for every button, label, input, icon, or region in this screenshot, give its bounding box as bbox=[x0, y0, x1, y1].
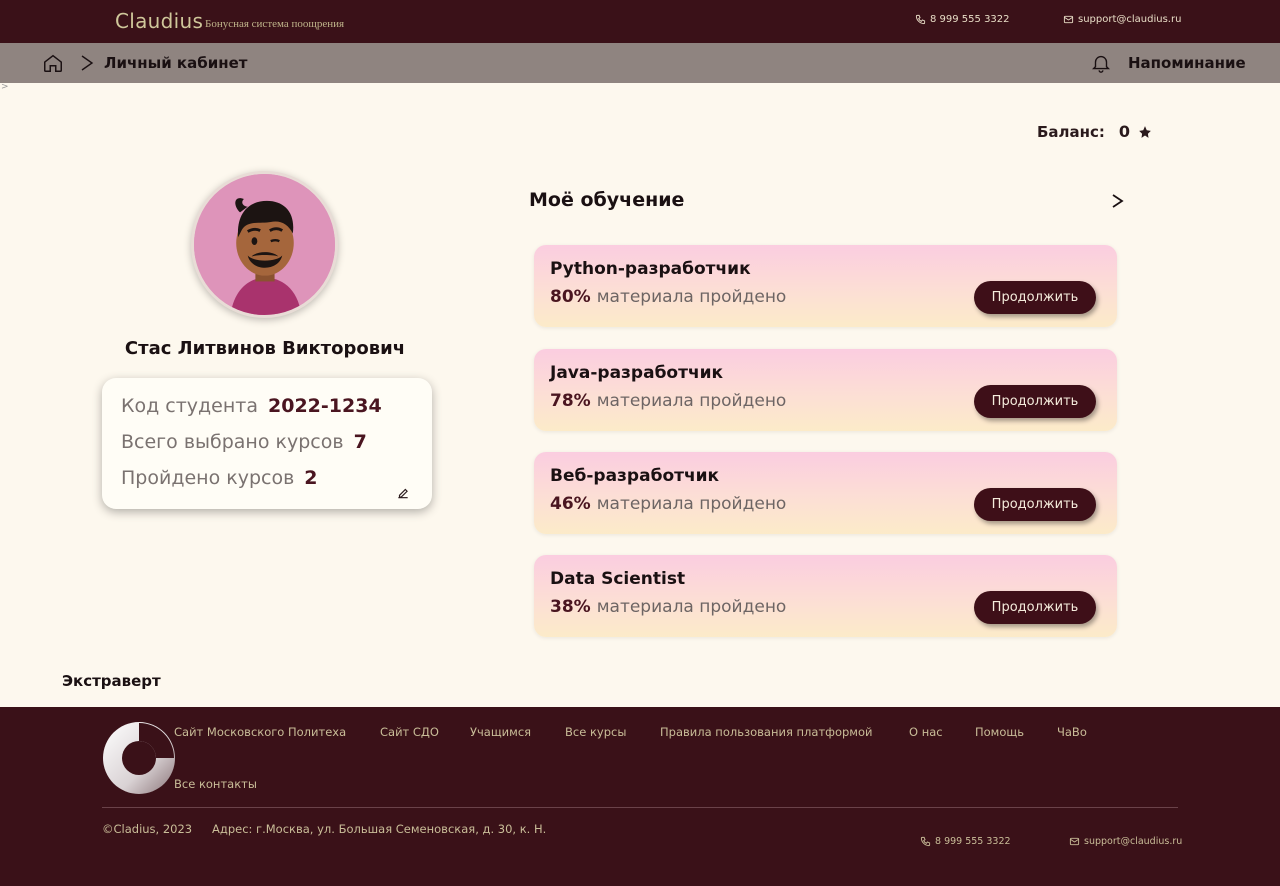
phone-icon bbox=[920, 836, 931, 847]
home-icon[interactable] bbox=[42, 52, 64, 74]
student-code-value: 2022-1234 bbox=[268, 395, 382, 417]
footer-link[interactable]: Правила пользования платформой bbox=[660, 725, 873, 739]
star-icon bbox=[1139, 125, 1151, 138]
continue-button[interactable]: Продолжить bbox=[974, 488, 1096, 521]
footer-link[interactable]: Помощь bbox=[975, 725, 1024, 739]
chevron-right-icon bbox=[81, 55, 94, 71]
course-progress-text: материала пройдено bbox=[596, 597, 787, 617]
completed-courses-row: Пройдено курсов 2 bbox=[121, 467, 318, 489]
course-card: Веб-разработчик 46% материала пройдено П… bbox=[534, 452, 1117, 534]
course-progress-text: материала пройдено bbox=[596, 391, 787, 411]
course-name: Java-разработчик bbox=[550, 363, 724, 383]
course-percent: 78% bbox=[550, 391, 591, 411]
balance-value: 0 bbox=[1118, 122, 1131, 141]
student-info-card: Код студента 2022-1234 Всего выбрано кур… bbox=[102, 378, 432, 509]
footer-email[interactable]: support@claudius.ru bbox=[1069, 836, 1182, 847]
edit-icon[interactable] bbox=[396, 486, 410, 500]
header-email-text: support@claudius.ru bbox=[1078, 14, 1182, 25]
footer-link[interactable]: Все контакты bbox=[174, 777, 257, 791]
completed-courses-label: Пройдено курсов bbox=[121, 467, 295, 489]
course-progress: 80% материала пройдено bbox=[550, 287, 786, 307]
course-progress: 78% материала пройдено bbox=[550, 391, 786, 411]
footer-link[interactable]: Учащимся bbox=[470, 725, 531, 739]
mail-icon bbox=[1069, 837, 1080, 846]
course-percent: 46% bbox=[550, 494, 591, 514]
student-name: Стас Литвинов Викторович bbox=[124, 338, 406, 359]
course-card: Data Scientist 38% материала пройдено Пр… bbox=[534, 555, 1117, 637]
brand-logo[interactable]: Claudius bbox=[115, 9, 203, 33]
phone-icon bbox=[915, 14, 926, 25]
breadcrumb: Личный кабинет Напоминание bbox=[0, 43, 1280, 83]
avatar-illustration bbox=[194, 174, 335, 315]
course-progress: 46% материала пройдено bbox=[550, 494, 786, 514]
course-card: Java-разработчик 78% материала пройдено … bbox=[534, 349, 1117, 431]
course-name: Python-разработчик bbox=[550, 259, 751, 279]
footer-link[interactable]: Сайт Московского Политеха bbox=[174, 725, 346, 739]
continue-button[interactable]: Продолжить bbox=[974, 591, 1096, 624]
footer-phone[interactable]: 8 999 555 3322 bbox=[920, 836, 1011, 847]
course-card: Python-разработчик 80% материала пройден… bbox=[534, 245, 1117, 327]
balance: Баланс: 0 bbox=[1037, 122, 1152, 141]
footer-phone-text: 8 999 555 3322 bbox=[935, 836, 1011, 847]
logo-ring-icon[interactable] bbox=[102, 721, 176, 795]
copyright: ©Cladius, 2023 bbox=[102, 822, 193, 836]
footer-link[interactable]: Сайт СДО bbox=[380, 725, 439, 739]
breadcrumb-current[interactable]: Личный кабинет bbox=[104, 54, 247, 72]
address: Адрес: г.Москва, ул. Большая Семеновская… bbox=[212, 822, 547, 836]
footer-link[interactable]: ЧаВо bbox=[1057, 725, 1087, 739]
student-code-label: Код студента bbox=[121, 395, 259, 417]
total-courses-label: Всего выбрано курсов bbox=[121, 431, 344, 453]
brand-subtitle: Бонусная система поощрения bbox=[205, 18, 345, 30]
course-percent: 38% bbox=[550, 597, 591, 617]
top-header: Claudius Бонусная система поощрения 8 99… bbox=[0, 0, 1280, 43]
total-courses-value: 7 bbox=[353, 431, 367, 453]
total-courses-row: Всего выбрано курсов 7 bbox=[121, 431, 367, 453]
header-phone-text: 8 999 555 3322 bbox=[930, 14, 1010, 25]
course-percent: 80% bbox=[550, 287, 591, 307]
footer-link[interactable]: Все курсы bbox=[565, 725, 626, 739]
course-progress-text: материала пройдено bbox=[596, 494, 787, 514]
mail-icon bbox=[1063, 15, 1074, 24]
course-progress-text: материала пройдено bbox=[596, 287, 787, 307]
footer-link[interactable]: О нас bbox=[909, 725, 943, 739]
student-code-row: Код студента 2022-1234 bbox=[121, 395, 382, 417]
personality-type: Экстраверт bbox=[62, 672, 161, 690]
stray-char: > bbox=[1, 82, 9, 92]
course-progress: 38% материала пройдено bbox=[550, 597, 786, 617]
course-name: Веб-разработчик bbox=[550, 466, 720, 486]
chevron-right-icon[interactable] bbox=[1108, 190, 1126, 212]
bell-icon[interactable] bbox=[1090, 52, 1112, 74]
footer-divider bbox=[102, 807, 1178, 808]
header-phone[interactable]: 8 999 555 3322 bbox=[915, 14, 1010, 25]
completed-courses-value: 2 bbox=[304, 467, 318, 489]
header-email[interactable]: support@claudius.ru bbox=[1063, 14, 1181, 25]
footer-email-text: support@claudius.ru bbox=[1084, 836, 1183, 847]
continue-button[interactable]: Продолжить bbox=[974, 281, 1096, 314]
continue-button[interactable]: Продолжить bbox=[974, 385, 1096, 418]
footer: Сайт Московского Политеха Сайт СДО Учащи… bbox=[0, 707, 1280, 886]
course-name: Data Scientist bbox=[550, 569, 686, 589]
balance-label: Баланс: bbox=[1037, 122, 1105, 141]
avatar[interactable] bbox=[191, 171, 338, 318]
reminder-button[interactable]: Напоминание bbox=[1128, 54, 1246, 72]
learning-title: Моё обучение bbox=[529, 189, 685, 211]
